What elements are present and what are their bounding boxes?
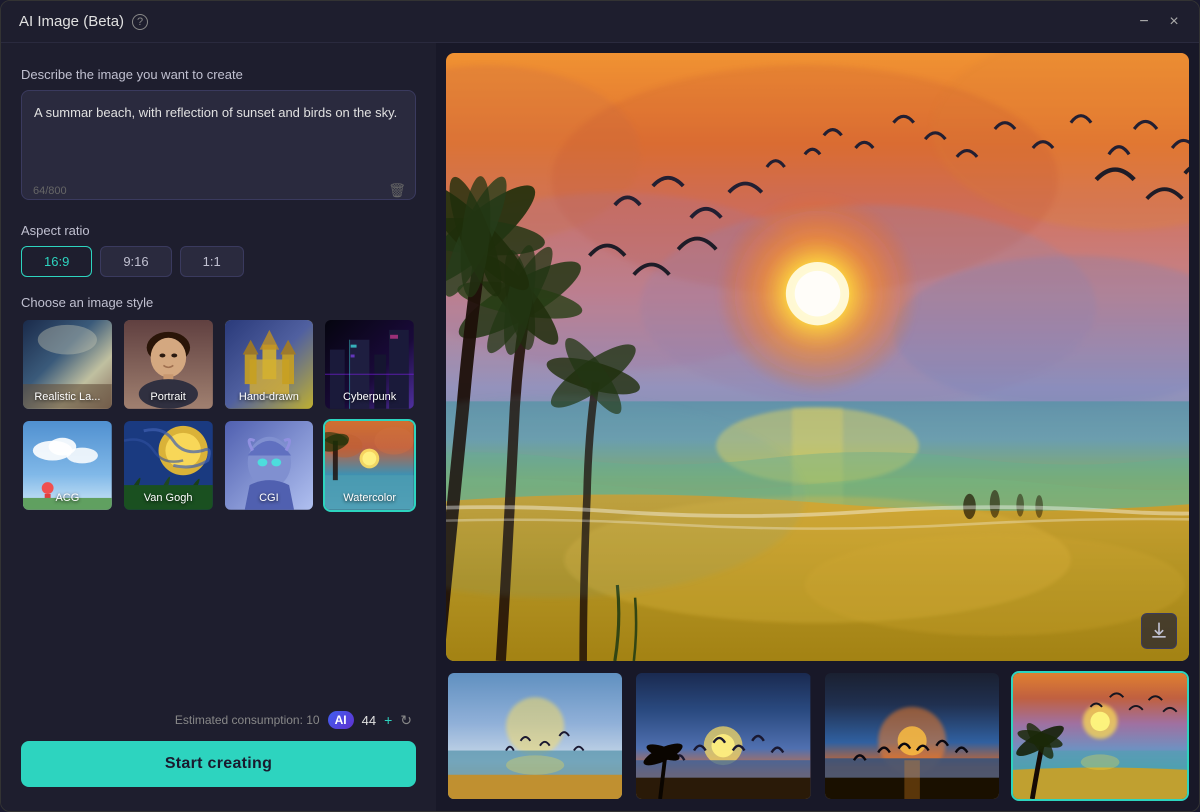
style-label-watercolor: Watercolor <box>325 490 414 506</box>
thumbnails-row <box>446 671 1189 801</box>
style-item-acg[interactable]: ACG <box>21 419 114 512</box>
thumbnail-1[interactable] <box>446 671 624 801</box>
aspect-ratio-1-1[interactable]: 1:1 <box>180 246 244 277</box>
consumption-row: Estimated consumption: 10 AI 44 + ↻ <box>21 711 416 729</box>
style-item-realistic[interactable]: Realistic La... <box>21 318 114 411</box>
style-label-acg: ACG <box>23 490 112 506</box>
bottom-bar: Estimated consumption: 10 AI 44 + ↻ Star… <box>21 703 416 787</box>
app-window: AI Image (Beta) ? − × Describe the image… <box>0 0 1200 812</box>
style-item-portrait[interactable]: Portrait <box>122 318 215 411</box>
close-button[interactable]: × <box>1167 15 1181 29</box>
title-bar-left: AI Image (Beta) ? <box>19 13 148 30</box>
style-item-cgi[interactable]: CGI <box>223 419 316 512</box>
main-content: Describe the image you want to create A … <box>1 43 1199 811</box>
style-label-realistic: Realistic La... <box>23 389 112 405</box>
prompt-input[interactable]: A summar beach, with reflection of sunse… <box>21 90 416 200</box>
prompt-counter: 64/800 <box>33 185 67 197</box>
style-label-vangogh: Van Gogh <box>124 490 213 506</box>
thumbnail-3[interactable] <box>823 671 1001 801</box>
help-icon[interactable]: ? <box>132 14 148 30</box>
ai-label: AI <box>335 713 347 727</box>
prompt-section: Describe the image you want to create A … <box>21 67 416 205</box>
main-image-container <box>446 53 1189 661</box>
window-controls: − × <box>1137 15 1181 29</box>
style-item-watercolor[interactable]: Watercolor <box>323 419 416 512</box>
style-label-portrait: Portrait <box>124 389 213 405</box>
aspect-ratio-section: Aspect ratio 16:9 9:16 1:1 <box>21 223 416 277</box>
credits-count: 44 <box>362 713 376 728</box>
consumption-label: Estimated consumption: 10 <box>175 713 320 727</box>
aspect-ratio-16-9[interactable]: 16:9 <box>21 246 92 277</box>
style-label: Choose an image style <box>21 295 416 310</box>
aspect-ratio-buttons: 16:9 9:16 1:1 <box>21 246 416 277</box>
minimize-button[interactable]: − <box>1137 15 1151 29</box>
style-label-cyberpunk: Cyberpunk <box>325 389 414 405</box>
clear-prompt-button[interactable]: 🗑 <box>388 182 406 199</box>
aspect-ratio-label: Aspect ratio <box>21 223 416 238</box>
style-item-vangogh[interactable]: Van Gogh <box>122 419 215 512</box>
style-item-handdrawn[interactable]: Hand-drawn <box>223 318 316 411</box>
download-button[interactable] <box>1141 613 1177 649</box>
style-grid: Realistic La... <box>21 318 416 512</box>
style-label-cgi: CGI <box>225 490 314 506</box>
ai-badge: AI <box>328 711 354 729</box>
thumbnail-2[interactable] <box>634 671 812 801</box>
title-bar: AI Image (Beta) ? − × <box>1 1 1199 43</box>
left-panel: Describe the image you want to create A … <box>1 43 436 811</box>
right-panel <box>436 43 1199 811</box>
aspect-ratio-9-16[interactable]: 9:16 <box>100 246 171 277</box>
thumbnail-4[interactable] <box>1011 671 1189 801</box>
start-creating-button[interactable]: Start creating <box>21 741 416 787</box>
style-label-handdrawn: Hand-drawn <box>225 389 314 405</box>
style-section: Choose an image style <box>21 295 416 512</box>
prompt-label: Describe the image you want to create <box>21 67 416 82</box>
refresh-icon[interactable]: ↻ <box>400 712 412 729</box>
add-credits-icon[interactable]: + <box>384 712 392 728</box>
app-title: AI Image (Beta) <box>19 13 124 30</box>
style-item-cyberpunk[interactable]: Cyberpunk <box>323 318 416 411</box>
